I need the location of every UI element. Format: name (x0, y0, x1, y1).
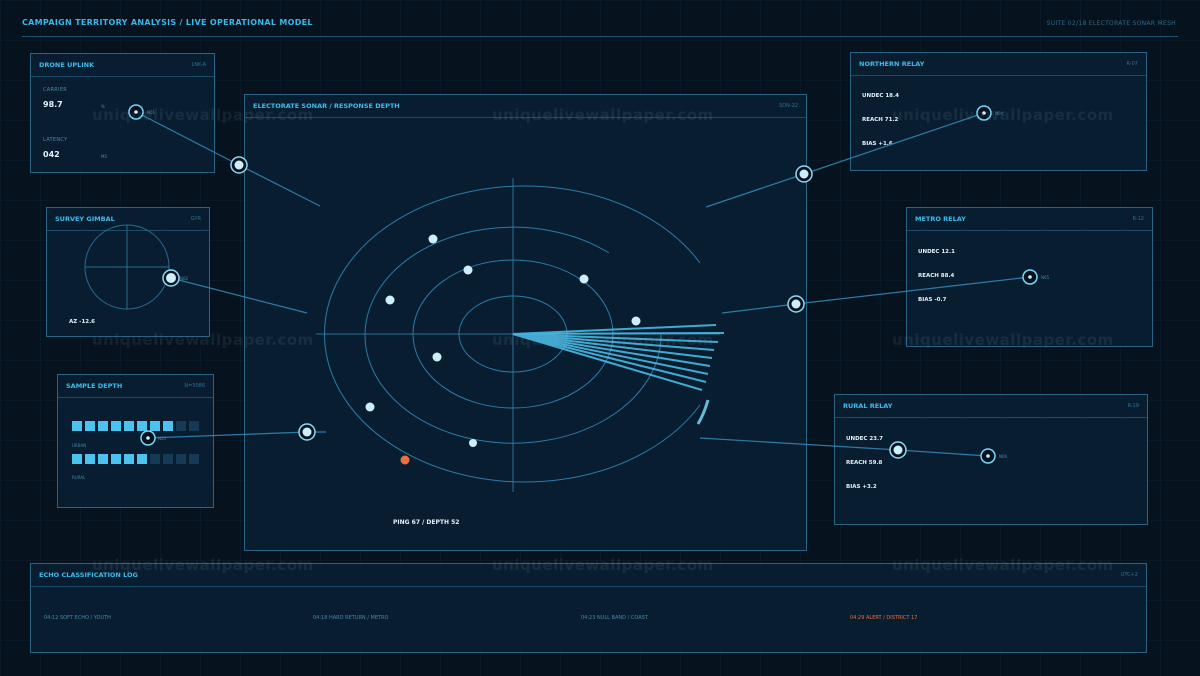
sonar-readout: PING 67 / DEPTH 52 (393, 519, 460, 526)
depth-segment (150, 421, 160, 431)
page-title: CAMPAIGN TERRITORY ANALYSIS / LIVE OPERA… (22, 18, 313, 27)
panel-code: N=3086 (184, 383, 205, 389)
rural-relay-panel[interactable]: RURAL RELAY R-19 UNDEC 23.7 REACH 59.8 B… (834, 394, 1148, 525)
gimbal-azimuth: AZ -12.6 (69, 319, 96, 325)
undecided-value: UNDEC 23.7 (846, 436, 883, 442)
reach-value: REACH 71.2 (862, 117, 899, 123)
panel-header: NORTHERN RELAY R-07 (851, 53, 1146, 76)
panel-code: R-19 (1127, 403, 1139, 409)
reach-value: REACH 88.4 (918, 273, 955, 279)
panel-header: SAMPLE DEPTH N=3086 (58, 375, 213, 398)
urban-depth-bar (72, 421, 202, 433)
panel-code: LNK-A (191, 62, 206, 68)
depth-segment (137, 421, 147, 431)
log-entry[interactable]: 04:12 SOFT ECHO / YOUTH (44, 615, 111, 621)
bias-value: BIAS +3.2 (846, 484, 877, 490)
depth-segment (98, 421, 108, 431)
depth-segment (85, 454, 95, 464)
depth-segment (72, 454, 82, 464)
depth-segment (85, 421, 95, 431)
node-core (234, 160, 244, 170)
rural-depth-bar (72, 454, 202, 466)
panel-title: ECHO CLASSIFICATION LOG (39, 571, 138, 579)
latency-unit: MS (101, 154, 107, 159)
depth-segment (176, 421, 186, 431)
suite-label: SUITE 02/18 ELECTORATE SONAR MESH (1046, 20, 1176, 27)
urban-label: URBAN (72, 443, 87, 448)
bias-value: BIAS +1.6 (862, 141, 893, 147)
depth-segment (111, 454, 121, 464)
depth-segment (124, 421, 134, 431)
survey-gimbal-panel[interactable]: SURVEY GIMBAL GYR AZ -12.6 (46, 207, 210, 337)
rural-label: RURAL (72, 475, 86, 480)
panel-title: ELECTORATE SONAR / RESPONSE DEPTH (253, 102, 400, 110)
panel-code: UTC+2 (1120, 572, 1138, 578)
latency-label: LATENCY (43, 137, 68, 143)
latency-value: 042 (43, 150, 60, 159)
panel-header: ECHO CLASSIFICATION LOG UTC+2 (31, 564, 1146, 587)
gimbal-dial (84, 224, 170, 310)
sample-depth-panel[interactable]: SAMPLE DEPTH N=3086 URBAN RURAL (57, 374, 214, 508)
reach-value: REACH 59.8 (846, 460, 883, 466)
panel-code: R-07 (1126, 61, 1138, 67)
panel-header: DRONE UPLINK LNK-A (31, 54, 214, 77)
depth-segment (98, 454, 108, 464)
carrier-unit: % (101, 104, 105, 109)
log-entry-alert[interactable]: 04:29 ALERT / DISTRICT 17 (850, 615, 917, 621)
undecided-value: UNDEC 18.4 (862, 93, 899, 99)
panel-title: NORTHERN RELAY (859, 60, 925, 68)
depth-segment (189, 421, 199, 431)
depth-segment (111, 421, 121, 431)
depth-segment (176, 454, 186, 464)
depth-segment (137, 454, 147, 464)
panel-header: RURAL RELAY R-19 (835, 395, 1147, 418)
panel-title: METRO RELAY (915, 215, 966, 223)
undecided-value: UNDEC 12.1 (918, 249, 955, 255)
log-entry[interactable]: 04:23 NULL BAND / COAST (581, 615, 648, 621)
depth-segment (150, 454, 160, 464)
sonar-panel[interactable]: ELECTORATE SONAR / RESPONSE DEPTH SON-22… (244, 94, 807, 551)
carrier-value: 98.7 (43, 100, 63, 109)
top-bar: CAMPAIGN TERRITORY ANALYSIS / LIVE OPERA… (22, 16, 1178, 37)
panel-title: DRONE UPLINK (39, 61, 95, 69)
depth-segment (124, 454, 134, 464)
bias-value: BIAS -0.7 (918, 297, 947, 303)
northern-relay-panel[interactable]: NORTHERN RELAY R-07 UNDEC 18.4 REACH 71.… (850, 52, 1147, 171)
depth-segment (163, 421, 173, 431)
echo-log-panel[interactable]: ECHO CLASSIFICATION LOG UTC+2 (30, 563, 1147, 653)
drone-uplink-panel[interactable]: DRONE UPLINK LNK-A CARRIER 98.7 % LATENC… (30, 53, 215, 173)
depth-segment (189, 454, 199, 464)
panel-code: SON-22 (778, 103, 798, 109)
panel-header: ELECTORATE SONAR / RESPONSE DEPTH SON-22 (245, 95, 806, 118)
panel-title: SAMPLE DEPTH (66, 382, 123, 390)
panel-header: METRO RELAY R-12 (907, 208, 1152, 231)
panel-title: RURAL RELAY (843, 402, 893, 410)
carrier-label: CARRIER (43, 87, 68, 93)
log-entry[interactable]: 04:18 HARD RETURN / METRO (313, 615, 388, 621)
panel-code: R-12 (1132, 216, 1144, 222)
metro-relay-panel[interactable]: METRO RELAY R-12 UNDEC 12.1 REACH 88.4 B… (906, 207, 1153, 347)
depth-segment (72, 421, 82, 431)
depth-segment (163, 454, 173, 464)
